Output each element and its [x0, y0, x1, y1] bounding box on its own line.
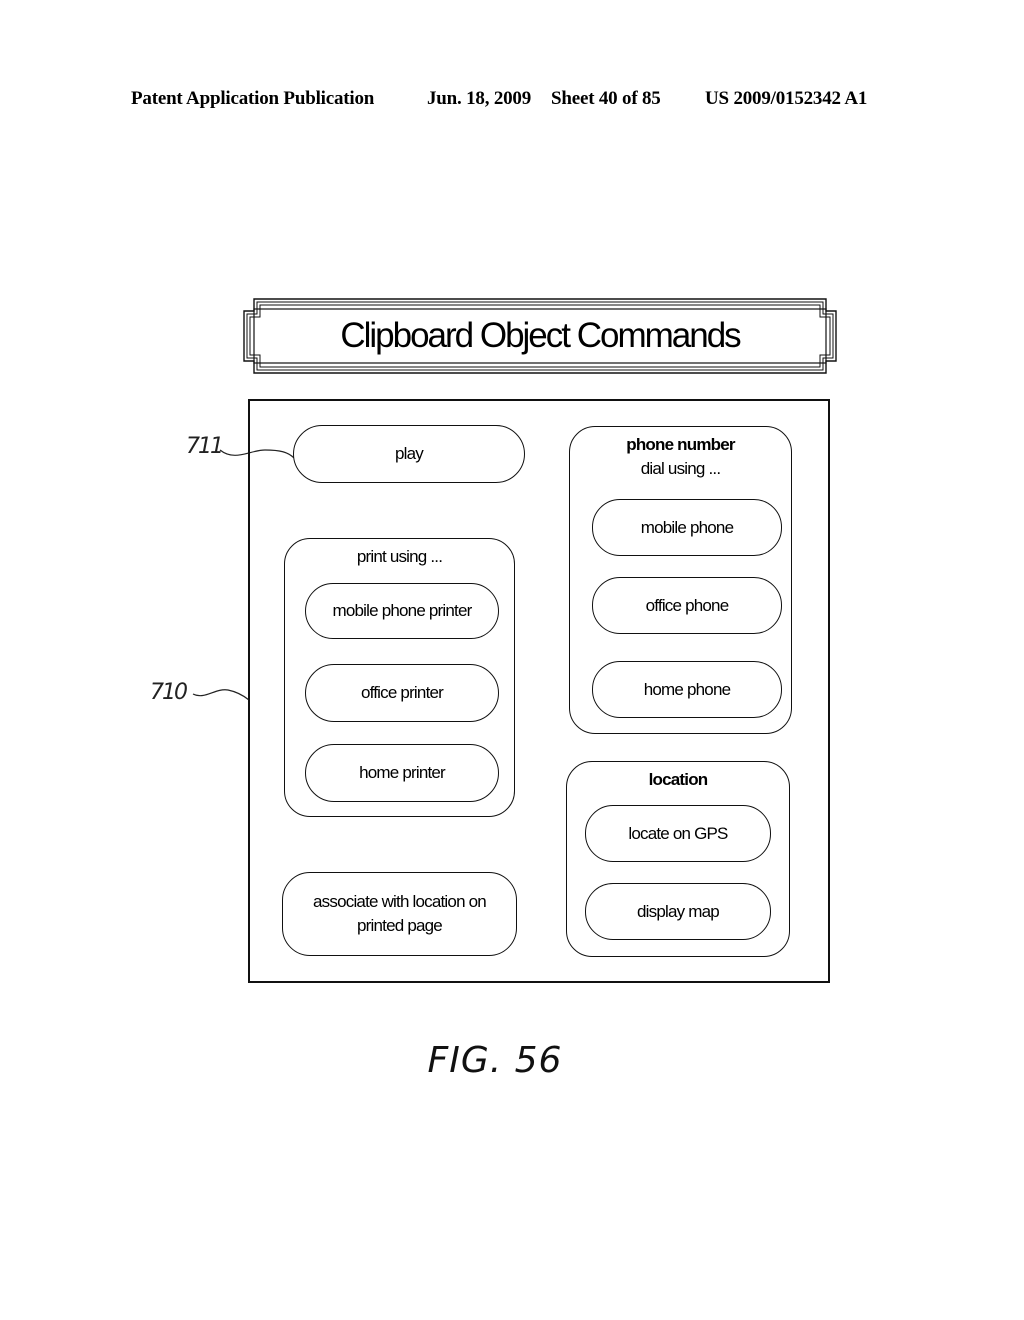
phone-group-label: dial using ...	[640, 459, 721, 478]
play-button[interactable]: play	[293, 425, 525, 483]
dial-mobile-phone-button[interactable]: mobile phone	[592, 499, 782, 556]
print-office-printer-button[interactable]: office printer	[305, 664, 499, 722]
phone-group-title: phone number	[626, 435, 735, 454]
figure-label: FIG. 56	[427, 1040, 563, 1081]
print-group-label: print using ...	[356, 547, 443, 566]
dial-office-phone-button[interactable]: office phone	[592, 577, 782, 634]
display-map-button[interactable]: display map	[585, 883, 771, 940]
associate-location-button[interactable]: associate with location on printed page	[282, 872, 517, 956]
location-group-title: location	[648, 770, 709, 789]
print-home-printer-button[interactable]: home printer	[305, 744, 499, 802]
leader-line-710	[192, 689, 250, 701]
dial-home-phone-button[interactable]: home phone	[592, 661, 782, 718]
locate-on-gps-button[interactable]: locate on GPS	[585, 805, 771, 862]
print-mobile-phone-printer-button[interactable]: mobile phone printer	[305, 583, 499, 639]
